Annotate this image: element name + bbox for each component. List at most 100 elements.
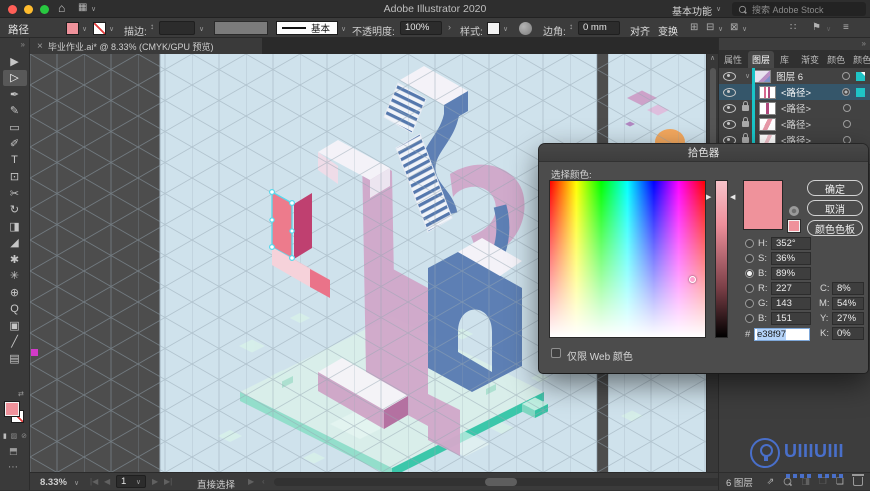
stroke-profile-dropdown[interactable] xyxy=(214,20,268,35)
layer-row[interactable]: <路径> xyxy=(719,100,870,117)
stroke-chevron-icon[interactable]: ∨ xyxy=(109,25,114,33)
layer-thumbnail[interactable] xyxy=(759,117,776,131)
zoom-level[interactable]: 8.33% xyxy=(40,477,67,488)
next-artboard-icon[interactable]: ▶ xyxy=(152,477,158,486)
color-field-marker[interactable] xyxy=(689,276,696,283)
s-radio[interactable] xyxy=(745,254,754,263)
web-only-checkbox[interactable] xyxy=(551,348,561,358)
doc-arrangement-list-icon[interactable]: ≡ xyxy=(843,22,849,33)
fill-chevron-icon[interactable]: ∨ xyxy=(82,25,87,33)
recolor-chevron-icon[interactable]: ∨ xyxy=(742,25,747,33)
select-similar-chevron-icon[interactable]: ∨ xyxy=(718,25,723,33)
layer-target-icon[interactable] xyxy=(843,104,851,112)
document-setup-globe-icon[interactable] xyxy=(519,21,532,35)
corner-field[interactable]: 0 mm xyxy=(578,20,620,35)
horizontal-scrollbar[interactable] xyxy=(274,478,726,486)
rotate-tool[interactable]: ↻ xyxy=(3,202,27,219)
share-chevron-icon[interactable]: ∨ xyxy=(826,25,831,33)
hscroll-left-icon[interactable]: ‹ xyxy=(262,477,265,486)
tab-color-guide[interactable]: 颜色参 xyxy=(851,51,870,68)
gradient-button[interactable]: ▨ xyxy=(11,432,18,440)
artboard-tool[interactable]: ▣ xyxy=(3,317,27,334)
symbol-sprayer-tool[interactable]: ✳ xyxy=(3,268,27,285)
zoom-tool[interactable]: Q xyxy=(3,301,27,318)
style-swatch[interactable] xyxy=(487,21,500,35)
h-field[interactable]: 352° xyxy=(771,237,811,250)
b-radio[interactable] xyxy=(745,269,754,278)
color-wheel-icon[interactable] xyxy=(789,206,799,216)
opacity-chevron-icon[interactable]: › xyxy=(448,22,451,32)
arrange-documents-icon[interactable]: ∷ xyxy=(790,22,796,33)
share-flag-icon[interactable]: ⚑ xyxy=(812,22,821,33)
free-transform-tool[interactable]: ⊡ xyxy=(3,169,27,186)
gradient-tool[interactable]: ◨ xyxy=(3,218,27,235)
r-field[interactable]: 227 xyxy=(771,282,811,295)
slice-tool[interactable]: ╱ xyxy=(3,334,27,351)
scroll-up-icon[interactable]: ∧ xyxy=(707,54,718,64)
s-field[interactable]: 36% xyxy=(771,252,811,265)
align-button[interactable]: 对齐 xyxy=(630,23,650,38)
stroke-weight-chevron-icon[interactable]: ∨ xyxy=(199,25,204,33)
m-field[interactable]: 54% xyxy=(832,297,864,310)
prev-artboard-icon[interactable]: ◀ xyxy=(104,477,110,486)
visibility-eye-icon[interactable] xyxy=(723,71,736,81)
status-expand-icon[interactable]: ▶ xyxy=(248,477,254,486)
color-field[interactable] xyxy=(549,180,706,338)
ok-button[interactable]: 确定 xyxy=(807,180,863,196)
transform-button[interactable]: 变换 xyxy=(658,23,678,38)
horizontal-scroll-thumb[interactable] xyxy=(485,478,517,486)
tab-layers[interactable]: 图层 xyxy=(748,51,775,68)
stroke-color-swatch[interactable] xyxy=(93,21,106,35)
tab-properties[interactable]: 属性 xyxy=(722,51,744,68)
scissors-tool[interactable]: ✂ xyxy=(3,185,27,202)
paintbrush-tool[interactable]: ✐ xyxy=(3,136,27,153)
stroke-style-chevron-icon[interactable]: ∨ xyxy=(341,25,346,33)
eyedropper-tool[interactable]: ◢ xyxy=(3,235,27,252)
visibility-eye-icon[interactable] xyxy=(723,87,736,97)
k-field[interactable]: 0% xyxy=(832,327,864,340)
stroke-weight-field[interactable] xyxy=(159,20,195,35)
tab-libraries[interactable]: 库 xyxy=(778,51,791,68)
g-field[interactable]: 143 xyxy=(771,297,811,310)
y-field[interactable]: 27% xyxy=(832,312,864,325)
tab-color[interactable]: 颜色 xyxy=(825,51,847,68)
layer-row-selected[interactable]: <路径> xyxy=(719,84,870,101)
layer-name[interactable]: <路径> xyxy=(781,101,811,115)
layer-target-icon[interactable] xyxy=(843,120,851,128)
h-radio[interactable] xyxy=(745,239,754,248)
artboard-chevron-icon[interactable]: ∨ xyxy=(136,478,141,486)
b2-radio[interactable] xyxy=(745,314,754,323)
workspace-switcher[interactable]: 基本功能 xyxy=(672,3,712,18)
b-field[interactable]: 89% xyxy=(771,267,811,280)
document-tab[interactable]: × 毕业作业.ai* @ 8.33% (CMYK/GPU 预览) xyxy=(30,38,262,54)
curvature-tool[interactable]: ✎ xyxy=(3,103,27,120)
stroke-stepper[interactable]: ↕ xyxy=(150,22,154,31)
shape-builder-tool[interactable]: ⊕ xyxy=(3,284,27,301)
fill-indicator-swatch[interactable] xyxy=(5,402,19,416)
color-button[interactable]: ▮ xyxy=(3,432,7,440)
recolor-artwork-icon[interactable]: ⊠ xyxy=(730,22,738,33)
selection-tool[interactable]: ▶ xyxy=(3,53,27,70)
stroke-style-dropdown[interactable]: 基本 xyxy=(276,20,338,35)
first-artboard-icon[interactable]: |◀ xyxy=(90,477,98,486)
stock-search-box[interactable]: 搜索 Adobe Stock xyxy=(732,2,866,16)
slider-right-arrow-icon[interactable]: ◀ xyxy=(730,193,735,201)
panel-collapse-icon[interactable]: » xyxy=(719,38,870,50)
style-chevron-icon[interactable]: ∨ xyxy=(503,25,508,33)
tab-gradient[interactable]: 渐变 xyxy=(799,51,821,68)
artboard-nav-field[interactable]: 1 ∨ xyxy=(116,475,146,488)
zoom-chevron-icon[interactable]: ∨ xyxy=(74,479,79,487)
layer-name[interactable]: <路径> xyxy=(781,85,811,99)
lock-icon[interactable] xyxy=(742,117,749,127)
capture-tool[interactable]: ▤ xyxy=(3,350,27,367)
layer-thumbnail[interactable] xyxy=(759,101,776,115)
color-slider[interactable] xyxy=(715,180,728,338)
hex-field[interactable]: e38f97 xyxy=(754,328,810,341)
workspace-chevron-icon[interactable]: ∨ xyxy=(716,5,721,13)
layer-thumbnail[interactable] xyxy=(759,85,776,99)
g-radio[interactable] xyxy=(745,299,754,308)
type-tool[interactable]: T xyxy=(3,152,27,169)
direct-selection-tool[interactable]: ▷ xyxy=(2,69,27,86)
blob-brush-tool[interactable]: ✱ xyxy=(3,251,27,268)
lock-icon[interactable] xyxy=(742,101,749,111)
